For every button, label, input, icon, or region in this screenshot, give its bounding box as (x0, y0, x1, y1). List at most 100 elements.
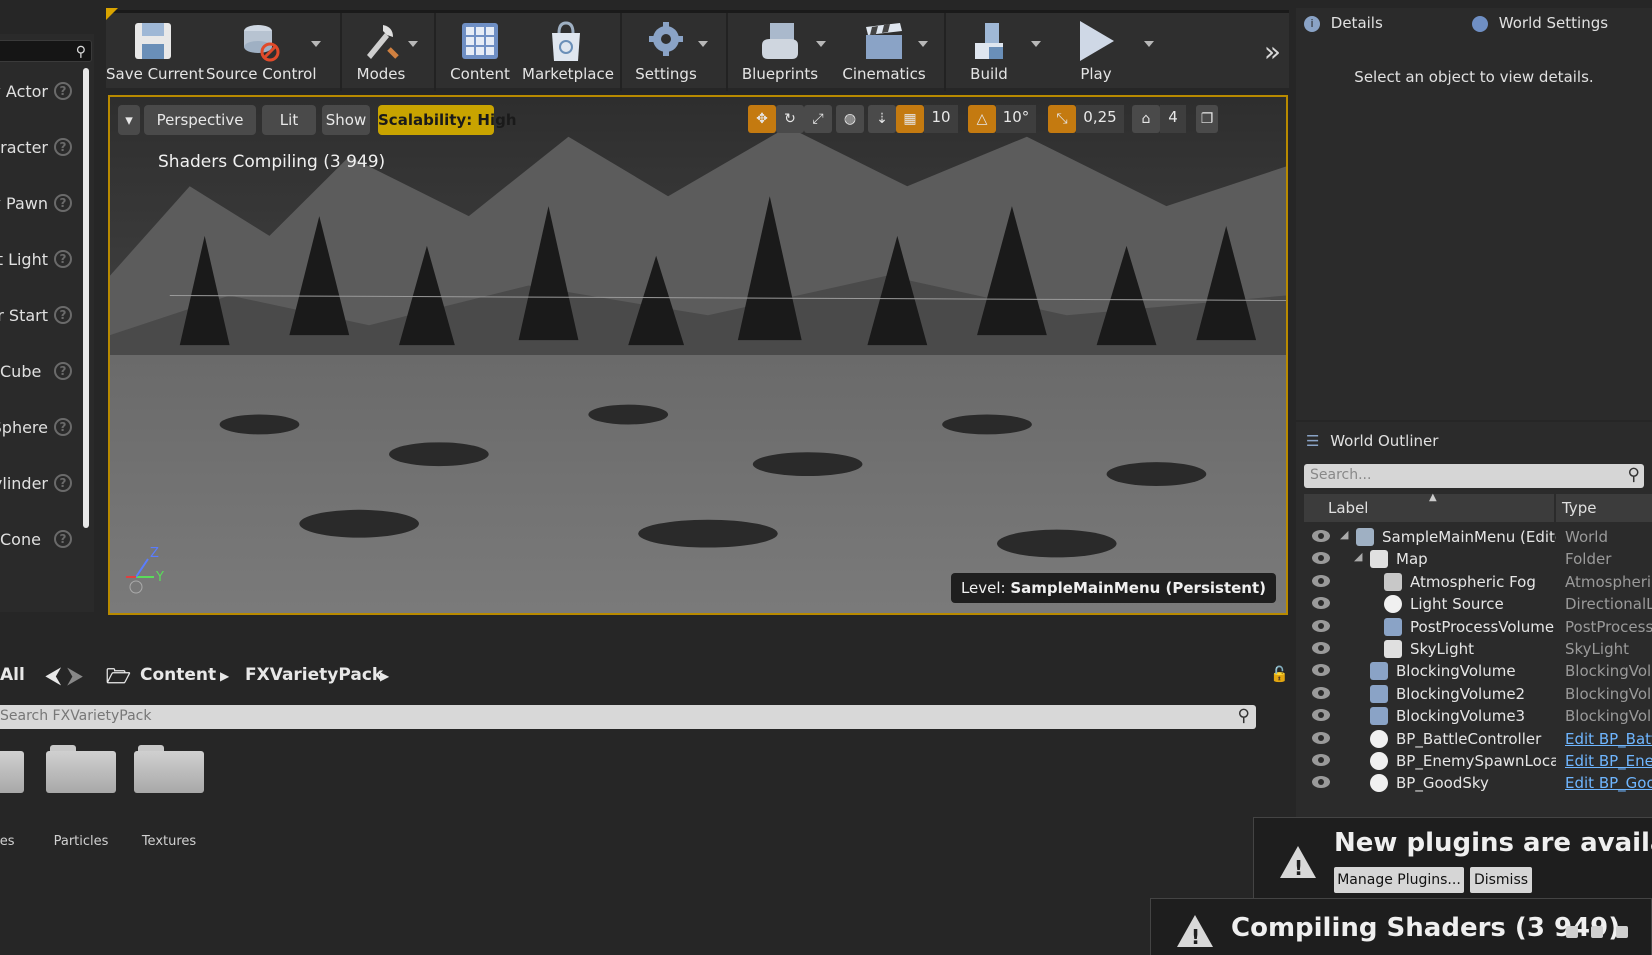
manage-plugins-button[interactable]: Manage Plugins... (1334, 867, 1464, 893)
tab-details[interactable]: i Details (1304, 8, 1383, 38)
palette-item[interactable]: Sphere? (0, 408, 82, 448)
outliner-row[interactable]: Light Source DirectionalLight (1304, 593, 1652, 616)
build-button[interactable]: Build (950, 13, 1028, 91)
visibility-eye-icon[interactable] (1312, 642, 1330, 654)
marketplace-button[interactable]: Marketplace (522, 13, 614, 91)
camera-speed-icon[interactable]: ⌂ (1132, 105, 1160, 133)
outliner-row[interactable]: Atmospheric Fog AtmosphericFog (1304, 571, 1652, 594)
help-icon[interactable]: ? (54, 530, 72, 548)
scale-snap-icon[interactable]: ⤡ (1048, 105, 1076, 133)
lit-view-mode-button[interactable]: Lit (262, 105, 316, 135)
palette-item[interactable]: Empty Actor? (0, 72, 82, 112)
outliner-row[interactable]: PostProcessVolume PostProcessVolume (1304, 616, 1652, 639)
maximize-viewport-icon[interactable]: ❐ (1196, 105, 1218, 133)
help-icon[interactable]: ? (54, 138, 72, 156)
dismiss-button[interactable]: Dismiss (1470, 867, 1532, 893)
scalability-warning-button[interactable]: Scalability: High (378, 105, 517, 135)
visibility-eye-icon[interactable] (1312, 597, 1330, 610)
grid-snap-value[interactable]: 10 (924, 105, 958, 133)
visibility-eye-icon[interactable] (1312, 686, 1330, 699)
visibility-eye-icon[interactable] (1312, 574, 1330, 587)
content-button[interactable]: Content (440, 13, 520, 91)
rotation-snap-icon[interactable]: △ (968, 105, 996, 133)
outliner-row[interactable]: BlockingVolume3 BlockingVolume (1304, 705, 1652, 728)
palette-item[interactable]: Cylinder? (0, 464, 82, 504)
filter-all-button[interactable]: All (0, 665, 25, 685)
outliner-row[interactable]: BP_EnemySpawnLocation Edit BP_EnemySpawnL… (1304, 750, 1652, 773)
blueprints-button[interactable]: Blueprints (732, 13, 828, 91)
column-label[interactable]: Label (1328, 499, 1368, 517)
palette-item[interactable]: Empty Character? (0, 128, 82, 168)
visibility-eye-icon[interactable] (1312, 731, 1330, 744)
save-current-button[interactable]: Save Current (106, 13, 204, 91)
play-button[interactable]: Play (1056, 13, 1136, 91)
tab-world-settings[interactable]: World Settings (1472, 8, 1608, 38)
visibility-eye-icon[interactable] (1312, 664, 1330, 677)
scale-snap-value[interactable]: 0,25 (1076, 105, 1124, 133)
source-control-dropdown-icon[interactable] (311, 41, 321, 47)
settings-dropdown-icon[interactable] (698, 41, 708, 47)
help-icon[interactable]: ? (54, 250, 72, 268)
help-icon[interactable]: ? (54, 82, 72, 100)
place-scrollbar[interactable] (83, 68, 89, 528)
palette-item[interactable]: Cone? (0, 520, 82, 560)
folder-textures[interactable] (134, 745, 204, 795)
expand-arrow-icon[interactable]: ◢ (1354, 550, 1362, 563)
edit-blueprint-link[interactable]: Edit BP_BattleController (1565, 730, 1652, 748)
rotation-snap-value[interactable]: 10° (996, 105, 1036, 133)
cinematics-button[interactable]: Cinematics (836, 13, 932, 91)
content-search-input[interactable]: Search FXVarietyPack ⚲ (0, 705, 1256, 729)
tab-world-outliner[interactable]: ☰ World Outliner (1306, 426, 1438, 456)
modes-dropdown-icon[interactable] (408, 41, 418, 47)
surface-snap-icon[interactable]: ⇣ (868, 105, 896, 133)
visibility-eye-icon[interactable] (1312, 619, 1330, 632)
perspective-button[interactable]: Perspective (144, 105, 256, 135)
forward-arrow-icon[interactable]: ⮞ (68, 663, 82, 687)
palette-item[interactable]: Point Light? (0, 240, 82, 280)
outliner-row[interactable]: SkyLight SkyLight (1304, 638, 1652, 661)
folder-meshes[interactable] (0, 745, 24, 795)
visibility-eye-icon[interactable] (1312, 754, 1330, 766)
blueprints-dropdown-icon[interactable] (816, 41, 826, 47)
rotate-tool-icon[interactable]: ↻ (776, 105, 804, 133)
translate-tool-icon[interactable]: ✥ (748, 105, 776, 133)
visibility-eye-icon[interactable] (1312, 552, 1330, 565)
edit-blueprint-link[interactable]: Edit BP_GoodSky (1565, 774, 1652, 792)
show-flags-button[interactable]: Show (322, 105, 370, 135)
outliner-row[interactable]: BlockingVolume2 BlockingVolume (1304, 683, 1652, 706)
build-dropdown-icon[interactable] (1031, 41, 1041, 47)
column-type[interactable]: Type (1562, 499, 1596, 517)
source-control-button[interactable]: Source Control (206, 13, 317, 91)
folder-particles[interactable] (46, 745, 116, 795)
path-chevron-icon[interactable]: ▶ (380, 669, 389, 683)
help-icon[interactable]: ? (54, 194, 72, 212)
world-local-icon[interactable]: ◍ (836, 105, 864, 133)
lock-icon[interactable]: 🔓 (1270, 665, 1289, 683)
help-icon[interactable]: ? (54, 418, 72, 436)
outliner-search-input[interactable]: Search... ⚲ (1304, 464, 1644, 488)
visibility-eye-icon[interactable] (1312, 709, 1330, 722)
visibility-eye-icon[interactable] (1312, 776, 1330, 789)
play-dropdown-icon[interactable] (1144, 41, 1154, 47)
help-icon[interactable]: ? (54, 306, 72, 324)
level-viewport[interactable]: ▾ Perspective Lit Show Scalability: High… (108, 95, 1288, 615)
viewport-options-button[interactable]: ▾ (118, 105, 140, 135)
folder-open-icon[interactable]: 🗁 (106, 662, 131, 696)
path-chevron-icon[interactable]: ▶ (220, 669, 229, 683)
cinematics-dropdown-icon[interactable] (918, 41, 928, 47)
settings-button[interactable]: Settings (626, 13, 706, 91)
outliner-row[interactable]: BP_BattleController Edit BP_BattleControl… (1304, 728, 1652, 751)
outliner-row[interactable]: ◢ Map Folder (1304, 548, 1652, 571)
outliner-row[interactable]: BP_GoodSky Edit BP_GoodSky (1304, 772, 1652, 795)
camera-speed-value[interactable]: 4 (1160, 105, 1186, 133)
scale-tool-icon[interactable]: ⤢ (804, 105, 832, 133)
palette-item[interactable]: Empty Pawn? (0, 184, 82, 224)
place-search-input[interactable]: ⚲ (0, 40, 92, 62)
modes-button[interactable]: Modes (346, 13, 416, 91)
visibility-eye-icon[interactable] (1312, 530, 1330, 542)
help-icon[interactable]: ? (54, 362, 72, 380)
help-icon[interactable]: ? (54, 474, 72, 492)
grid-snap-icon[interactable]: ▦ (896, 105, 924, 133)
edit-blueprint-link[interactable]: Edit BP_EnemySpawnLocation (1565, 752, 1652, 770)
palette-item[interactable]: Player Start? (0, 296, 82, 336)
